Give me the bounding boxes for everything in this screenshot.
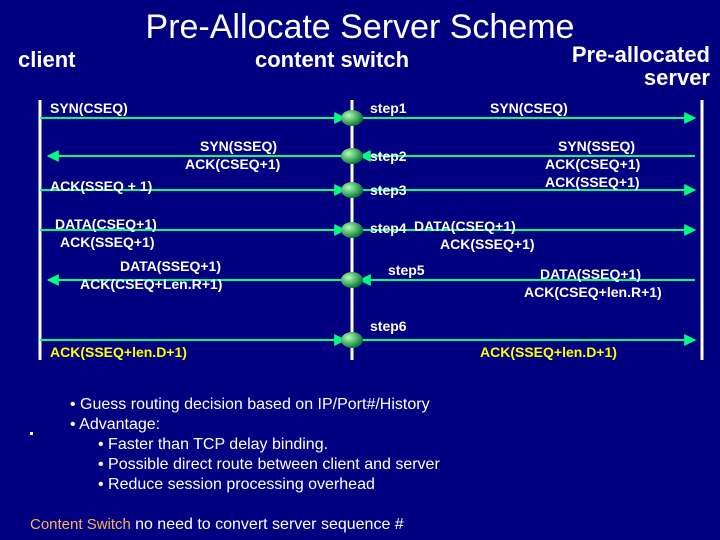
footer-overlap-text: no need to convert server sequence # — [135, 516, 404, 533]
footer: Content Switch no need to convert server… — [30, 516, 404, 534]
msg-syn-sseq-right: SYN(SSEQ) — [558, 138, 635, 154]
msg-ack-sseq1b-right: ACK(SSEQ+1) — [440, 236, 535, 252]
msg-ack-sseq1b-left: ACK(SSEQ+1) — [60, 234, 155, 250]
msg-data-cseq1-left: DATA(CSEQ+1) — [55, 216, 157, 232]
bullet-guess: Guess routing decision based on IP/Port#… — [70, 395, 440, 415]
msg-ack-cseq-lenr-right: ACK(CSEQ+len.R+1) — [524, 284, 662, 300]
step1-label: step1 — [370, 100, 407, 116]
msg-data-sseq1-right: DATA(SSEQ+1) — [540, 266, 641, 282]
step6-label: step6 — [370, 318, 407, 334]
slide-title: Pre-Allocate Server Scheme — [0, 0, 720, 47]
bullet-reduce-overhead: Reduce session processing overhead — [70, 475, 440, 495]
bullet-faster: Faster than TCP delay binding. — [70, 435, 440, 455]
bullet-direct-route: Possible direct route between client and… — [70, 455, 440, 475]
msg-ack-sseq1-right: ACK(SSEQ+1) — [545, 174, 640, 190]
msg-ack-sseq1-left: ACK(SSEQ + 1) — [50, 178, 152, 194]
bullet-advantage: Advantage: — [70, 415, 440, 435]
server-role-label: Pre-allocatedserver — [572, 43, 710, 89]
bullet-marker-icon — [30, 432, 33, 435]
msg-ack-cseq1-right: ACK(CSEQ+1) — [545, 156, 640, 172]
client-role-label: client — [18, 47, 75, 73]
content-switch-role-label: content switch — [255, 47, 409, 73]
msg-syn-cseq-left: SYN(CSEQ) — [50, 100, 128, 116]
msg-ack-cseq-lenr-left: ACK(CSEQ+Len.R+1) — [80, 276, 222, 292]
footer-title: Content Switch — [30, 516, 131, 533]
step5-label: step5 — [388, 262, 425, 278]
msg-syn-cseq-right: SYN(CSEQ) — [490, 100, 568, 116]
advantage-bullets: Guess routing decision based on IP/Port#… — [70, 395, 440, 495]
msg-data-sseq1-left: DATA(SSEQ+1) — [120, 258, 221, 274]
msg-ack-sseq-lend-left: ACK(SSEQ+len.D+1) — [50, 344, 187, 360]
msg-ack-sseq-lend-right: ACK(SSEQ+len.D+1) — [480, 344, 617, 360]
step3-label: step3 — [370, 182, 407, 198]
msg-data-cseq1-right: DATA(CSEQ+1) — [414, 218, 516, 234]
msg-syn-sseq-left: SYN(SSEQ) — [200, 138, 277, 154]
step2-label: step2 — [370, 148, 407, 164]
step4-label: step4 — [370, 220, 407, 236]
msg-ack-cseq1-left: ACK(CSEQ+1) — [185, 156, 280, 172]
